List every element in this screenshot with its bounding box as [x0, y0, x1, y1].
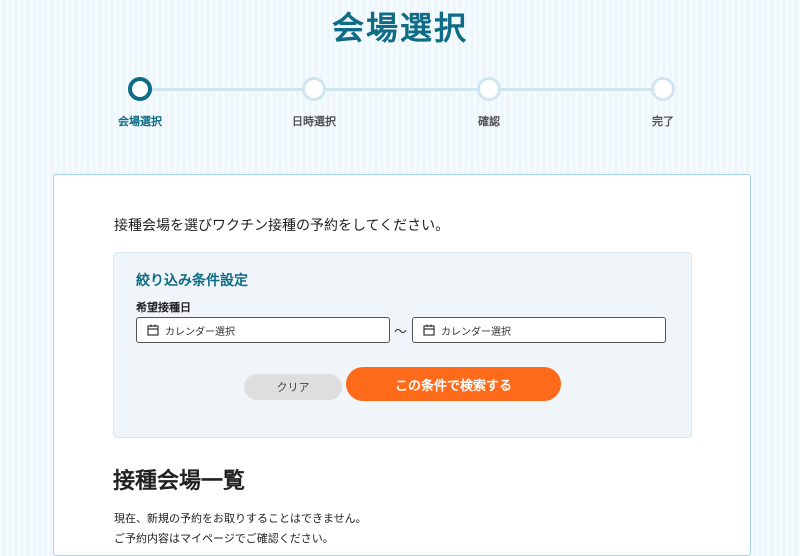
filter-title: 絞り込み条件設定: [136, 273, 248, 289]
reservation-notice: 現在、新規の予約をお取りすることはできません。: [114, 512, 367, 525]
date-from-input[interactable]: カレンダー選択: [136, 317, 390, 343]
step-complete: 完了: [613, 76, 713, 129]
step-label: 完了: [652, 115, 674, 128]
calendar-icon: [423, 324, 435, 336]
date-range-separator: 〜: [394, 325, 408, 340]
calendar-icon: [147, 324, 159, 336]
step-indicator: [302, 77, 326, 101]
step-label: 確認: [478, 115, 500, 128]
venue-list-heading: 接種会場一覧: [113, 469, 246, 494]
desired-date-label: 希望接種日: [136, 301, 191, 314]
step-label: 会場選択: [118, 115, 162, 128]
progress-stepper: 会場選択 日時選択 確認 完了: [0, 76, 800, 136]
filter-panel: 絞り込み条件設定 希望接種日 カレンダー選択 〜 カレンダー選択 クリア この条…: [113, 252, 692, 438]
step-confirmation: 確認: [439, 76, 539, 129]
step-indicator-current: [128, 77, 152, 101]
reservation-notice-secondary: ご予約内容はマイページでご確認ください。: [114, 532, 334, 545]
main-card: 接種会場を選びワクチン接種の予約をしてください。 絞り込み条件設定 希望接種日 …: [53, 174, 751, 556]
date-from-placeholder: カレンダー選択: [165, 326, 235, 338]
step-indicator: [651, 77, 675, 101]
date-to-placeholder: カレンダー選択: [441, 326, 511, 338]
step-indicator: [477, 77, 501, 101]
intro-text: 接種会場を選びワクチン接種の予約をしてください。: [114, 218, 450, 234]
clear-button[interactable]: クリア: [244, 374, 342, 400]
step-label: 日時選択: [292, 115, 336, 128]
step-datetime-selection: 日時選択: [264, 76, 364, 129]
page-title: 会場選択: [331, 9, 468, 47]
stepper-track: [140, 88, 663, 91]
date-to-input[interactable]: カレンダー選択: [412, 317, 666, 343]
search-button[interactable]: この条件で検索する: [346, 367, 561, 401]
step-venue-selection: 会場選択: [90, 76, 190, 129]
